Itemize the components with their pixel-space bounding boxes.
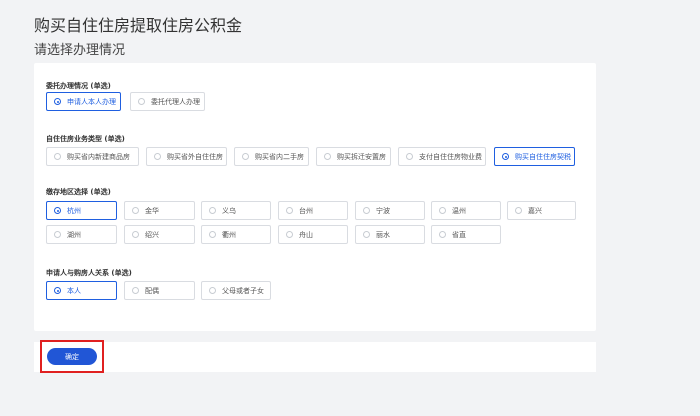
region-option-zhoushan[interactable]: 舟山 — [278, 225, 348, 244]
radio-icon — [439, 207, 446, 214]
radio-selected-icon — [54, 207, 61, 214]
region-option-provincial[interactable]: 省直 — [431, 225, 501, 244]
region-option-lishui[interactable]: 丽水 — [355, 225, 425, 244]
region-option-shaoxing[interactable]: 绍兴 — [124, 225, 195, 244]
region-option-jinhua[interactable]: 金华 — [124, 201, 195, 220]
page-subtitle: 请选择办理情况 — [34, 43, 126, 58]
business-option-relocation[interactable]: 购买拆迁安置房 — [316, 147, 391, 166]
business-option-outside-province[interactable]: 购买省外自住住房 — [146, 147, 227, 166]
radio-icon — [132, 287, 139, 294]
radio-icon — [209, 231, 216, 238]
radio-icon — [54, 231, 61, 238]
radio-icon — [363, 207, 370, 214]
option-label: 省直 — [452, 230, 466, 239]
radio-icon — [132, 231, 139, 238]
option-label: 配偶 — [145, 286, 159, 295]
option-label: 绍兴 — [145, 230, 159, 239]
business-option-second-hand[interactable]: 购买省内二手房 — [234, 147, 309, 166]
page-title: 购买自住住房提取住房公积金 — [34, 16, 243, 35]
option-label: 台州 — [299, 206, 313, 215]
option-label: 购买省内新建商品房 — [67, 152, 130, 161]
radio-icon — [242, 153, 249, 160]
radio-icon — [209, 207, 216, 214]
option-label: 购买自住住房契税 — [515, 152, 571, 161]
relation-option-spouse[interactable]: 配偶 — [124, 281, 195, 300]
radio-icon — [286, 231, 293, 238]
business-option-new-house[interactable]: 购买省内新建商品房 — [46, 147, 139, 166]
region-option-quzhou[interactable]: 衢州 — [201, 225, 271, 244]
region-option-huzhou[interactable]: 湖州 — [46, 225, 117, 244]
options-card: 委托办理情况 (单选) 申请人本人办理 委托代理人办理 自住住房业务类型 (单选… — [34, 63, 596, 331]
relation-option-parents-children[interactable]: 父母或者子女 — [201, 281, 271, 300]
footer-bar — [34, 342, 596, 372]
business-option-deed-tax[interactable]: 购买自住住房契税 — [494, 147, 575, 166]
region-option-jiaxing[interactable]: 嘉兴 — [507, 201, 576, 220]
business-type-section-label: 自住住房业务类型 (单选) — [46, 135, 125, 143]
option-label: 宁波 — [376, 206, 390, 215]
region-option-ningbo[interactable]: 宁波 — [355, 201, 425, 220]
option-label: 温州 — [452, 206, 466, 215]
region-option-taizhou[interactable]: 台州 — [278, 201, 348, 220]
region-section-label: 缴存地区选择 (单选) — [46, 188, 111, 196]
radio-selected-icon — [54, 98, 61, 105]
option-label: 金华 — [145, 206, 159, 215]
option-label: 衢州 — [222, 230, 236, 239]
option-label: 嘉兴 — [528, 206, 542, 215]
radio-icon — [286, 207, 293, 214]
radio-selected-icon — [502, 153, 509, 160]
option-label: 舟山 — [299, 230, 313, 239]
region-option-hangzhou[interactable]: 杭州 — [46, 201, 117, 220]
region-option-wenzhou[interactable]: 温州 — [431, 201, 501, 220]
radio-selected-icon — [54, 287, 61, 294]
delegate-option-self[interactable]: 申请人本人办理 — [46, 92, 121, 111]
option-label: 本人 — [67, 286, 81, 295]
confirm-button[interactable]: 确定 — [47, 348, 97, 365]
radio-icon — [439, 231, 446, 238]
option-label: 购买拆迁安置房 — [337, 152, 386, 161]
business-option-property-fee[interactable]: 支付自住住房物业费 — [398, 147, 486, 166]
option-label: 申请人本人办理 — [67, 97, 116, 106]
option-label: 父母或者子女 — [222, 286, 264, 295]
radio-icon — [406, 153, 413, 160]
radio-icon — [138, 98, 145, 105]
option-label: 杭州 — [67, 206, 81, 215]
radio-icon — [363, 231, 370, 238]
radio-icon — [132, 207, 139, 214]
relation-section-label: 申请人与购房人关系 (单选) — [46, 269, 132, 277]
radio-icon — [209, 287, 216, 294]
option-label: 委托代理人办理 — [151, 97, 200, 106]
region-option-yiwu[interactable]: 义乌 — [201, 201, 271, 220]
delegate-option-agent[interactable]: 委托代理人办理 — [130, 92, 205, 111]
option-label: 义乌 — [222, 206, 236, 215]
radio-icon — [324, 153, 331, 160]
radio-icon — [154, 153, 161, 160]
radio-icon — [54, 153, 61, 160]
option-label: 丽水 — [376, 230, 390, 239]
option-label: 购买省外自住住房 — [167, 152, 223, 161]
radio-icon — [515, 207, 522, 214]
delegate-section-label: 委托办理情况 (单选) — [46, 82, 111, 90]
relation-option-self[interactable]: 本人 — [46, 281, 117, 300]
option-label: 购买省内二手房 — [255, 152, 304, 161]
option-label: 支付自住住房物业费 — [419, 152, 482, 161]
option-label: 湖州 — [67, 230, 81, 239]
